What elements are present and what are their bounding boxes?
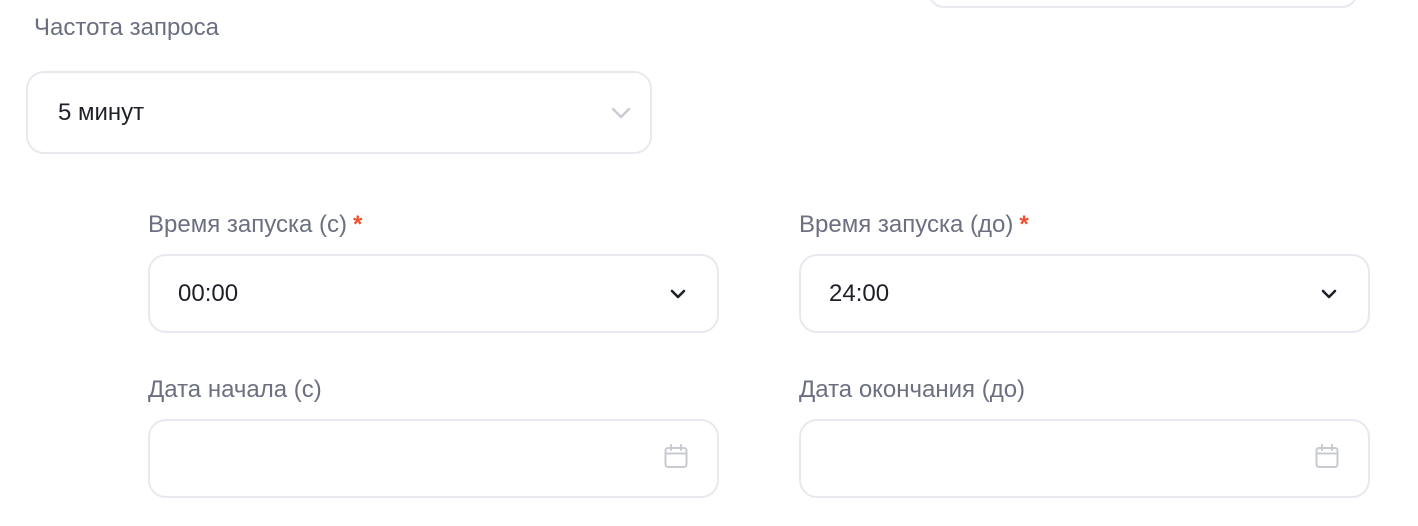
end-time-select[interactable]: 24:00 (799, 254, 1370, 333)
schedule-form: Частота запроса 5 минут Время запуска (с… (0, 0, 1418, 526)
clipped-field-top[interactable] (928, 0, 1358, 8)
end-date-input[interactable] (799, 419, 1370, 498)
required-mark: * (1019, 211, 1029, 238)
start-time-label: Время запуска (с) * (148, 211, 362, 239)
end-time-label: Время запуска (до) * (799, 211, 1029, 239)
frequency-label: Частота запроса (34, 14, 220, 41)
start-time-label-text: Время запуска (с) (148, 211, 347, 238)
end-time-value: 24:00 (829, 279, 890, 307)
start-date-label: Дата начала (с) (148, 376, 322, 403)
chevron-down-icon (610, 106, 632, 120)
start-time-value: 00:00 (178, 279, 239, 307)
end-time-label-text: Время запуска (до) (799, 211, 1014, 238)
calendar-icon[interactable] (1314, 443, 1340, 474)
required-mark: * (352, 211, 363, 238)
chevron-down-icon (669, 288, 687, 300)
frequency-value: 5 минут (58, 98, 145, 126)
end-date-label: Дата окончания (до) (799, 376, 1026, 403)
chevron-down-icon (1320, 288, 1338, 300)
calendar-icon[interactable] (663, 443, 689, 474)
frequency-select[interactable]: 5 минут (26, 71, 652, 154)
start-date-input[interactable] (148, 419, 719, 498)
start-time-select[interactable]: 00:00 (148, 254, 719, 333)
